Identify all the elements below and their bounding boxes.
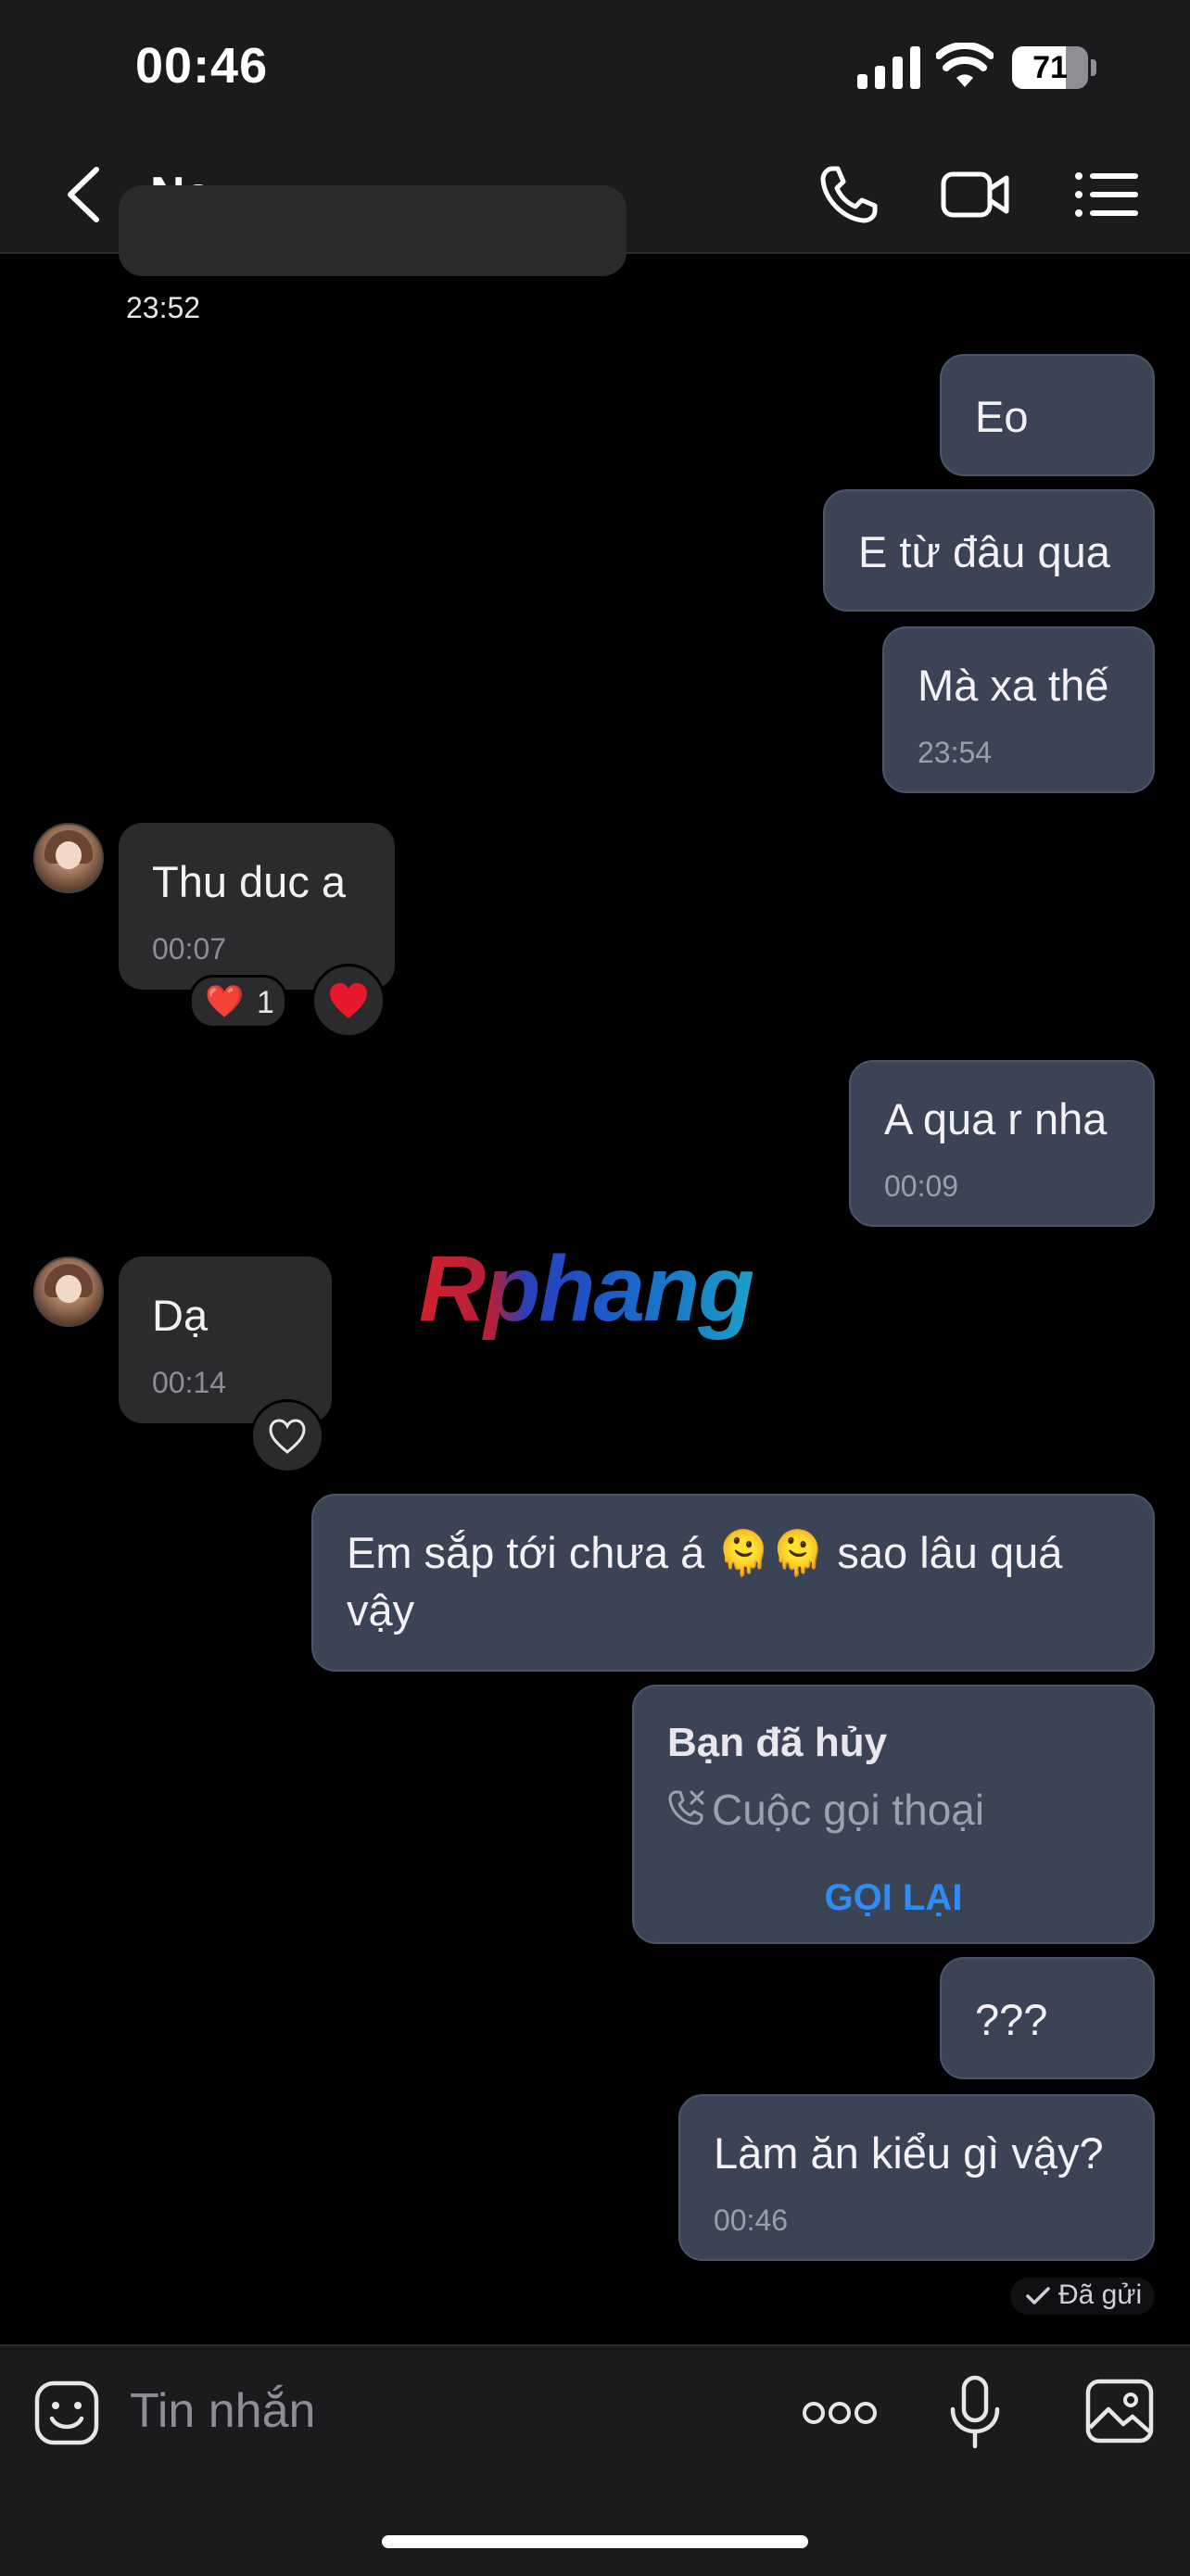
call-card[interactable]: Bạn đã hủy Cuộc gọi thoại GỌI LẠI (632, 1685, 1155, 1944)
check-icon (1026, 2287, 1050, 2305)
message-time: 00:46 (714, 2203, 789, 2237)
message-text: Làm ăn kiểu gì vậy? (714, 2128, 1104, 2178)
avatar-face (56, 1275, 82, 1303)
message-bubble-in[interactable] (119, 185, 627, 276)
reaction-summary[interactable]: ❤️ 1 (189, 975, 287, 1029)
message-text: Thu duc a (152, 857, 347, 906)
battery-icon: 71 (1012, 46, 1097, 89)
battery-tip (1091, 59, 1096, 76)
message-bubble-out[interactable]: Mà xa thế 23:54 (882, 626, 1155, 793)
cellular-signal-icon (857, 46, 920, 89)
message-time: 00:09 (884, 1169, 959, 1203)
heart-icon (330, 983, 367, 1018)
call-type-label: Cuộc gọi thoại (712, 1786, 985, 1834)
sent-status: Đã gửi (1010, 2278, 1155, 2315)
message-text: Eo (975, 392, 1029, 441)
more-icon[interactable] (801, 2398, 879, 2428)
message-time: 00:14 (152, 1366, 227, 1399)
status-time: 00:46 (135, 38, 269, 94)
video-call-icon[interactable] (940, 159, 1010, 230)
sent-status-label: Đã gửi (1058, 2279, 1143, 2310)
message-input[interactable]: Tin nhắn (130, 2383, 315, 2439)
message-bubble-out[interactable]: ??? (940, 1957, 1155, 2079)
heart-reaction-button[interactable] (311, 964, 386, 1038)
call-status-title: Bạn đã hủy (667, 1720, 888, 1765)
heart-reaction-icon: ❤️ (205, 984, 245, 1019)
call-back-button[interactable]: GỌI LẠI (634, 1877, 1153, 1919)
message-text: Mà xa thế (918, 661, 1109, 710)
message-timestamp: 23:52 (126, 291, 201, 324)
reaction-count: 1 (257, 985, 274, 1020)
message-text: E từ đâu qua (858, 527, 1110, 576)
message-text-line1: Em sắp tới chưa á 🫠🫠 sao lâu quá (347, 1528, 1063, 1577)
missed-call-icon (668, 1790, 704, 1825)
contact-avatar[interactable] (33, 1256, 104, 1327)
message-bubble-out[interactable]: Làm ăn kiểu gì vậy? 00:46 (678, 2094, 1155, 2261)
back-icon[interactable] (56, 162, 115, 227)
menu-icon[interactable] (1071, 159, 1142, 230)
message-bubble-out[interactable]: E từ đâu qua (823, 489, 1155, 612)
message-text: ??? (975, 1995, 1048, 2044)
emoji-icon[interactable] (33, 2380, 100, 2446)
message-bubble-out[interactable]: Eo (940, 354, 1155, 476)
message-bubble-out[interactable]: Em sắp tới chưa á 🫠🫠 sao lâu quá vậy (311, 1494, 1155, 1672)
message-text: Dạ (152, 1291, 209, 1340)
avatar-face (56, 841, 82, 869)
message-time: 23:54 (918, 736, 993, 769)
message-text-line2: vậy (347, 1585, 415, 1635)
image-icon[interactable] (1084, 2378, 1155, 2444)
wifi-icon (936, 43, 994, 87)
battery-level: 71 (1032, 50, 1068, 85)
battery-body: 71 (1012, 46, 1088, 89)
contact-avatar[interactable] (33, 823, 104, 893)
phone-icon[interactable] (814, 159, 884, 230)
home-indicator[interactable] (382, 2535, 808, 2548)
message-text: A qua r nha (884, 1094, 1108, 1143)
microphone-icon[interactable] (945, 2374, 1005, 2452)
status-bar: 00:46 71 (0, 0, 1190, 139)
heart-outline-icon (269, 1419, 306, 1454)
message-bubble-out[interactable]: A qua r nha 00:09 (849, 1060, 1155, 1227)
watermark-logo: Rphang (419, 1237, 754, 1341)
react-button[interactable] (250, 1399, 324, 1473)
message-bubble-in[interactable]: Dạ 00:14 (119, 1256, 332, 1423)
message-time: 00:07 (152, 932, 227, 966)
